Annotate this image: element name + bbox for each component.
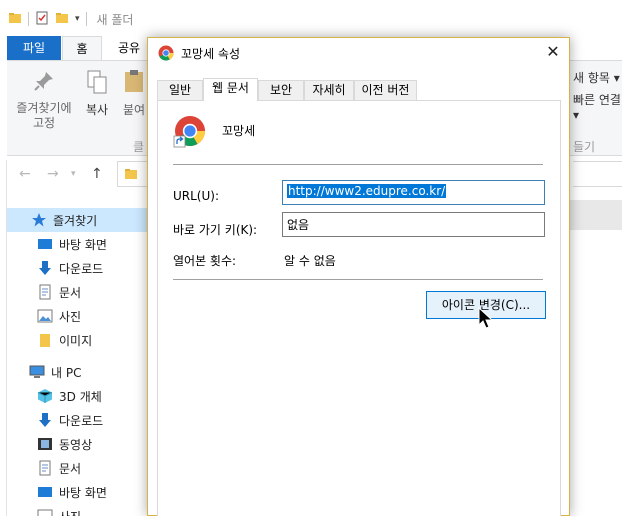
pin-to-quick-access-button[interactable]: 즐겨찾기에 고정	[11, 69, 77, 131]
folder-icon[interactable]	[8, 11, 22, 28]
nav-item-pc-desktop[interactable]: 바탕 화면	[7, 480, 148, 504]
nav-label: 동영상	[59, 437, 93, 452]
copy-label: 복사	[85, 103, 109, 117]
new-folder-icon[interactable]	[55, 11, 69, 28]
document-icon	[37, 460, 53, 476]
close-button[interactable]: ✕	[537, 38, 569, 68]
nav-label: 이미지	[59, 333, 93, 348]
nav-label: 문서	[59, 461, 82, 476]
url-input[interactable]: http://www2.edupre.co.kr/	[282, 180, 545, 205]
pin-label-2: 고정	[32, 116, 56, 130]
nav-item-pc-downloads[interactable]: 다운로드	[7, 408, 148, 432]
tab-web-document[interactable]: 웹 문서	[203, 78, 258, 101]
web-document-panel: 꼬망세 URL(U): http://www2.edupre.co.kr/ 바로…	[157, 100, 561, 516]
nav-item-pictures[interactable]: 사진	[7, 304, 148, 328]
folder-icon	[124, 167, 138, 184]
pictures-icon	[37, 308, 53, 324]
navigation-pane: 즐겨찾기 바탕 화면 다운로드 문서 사진 이미지 내 PC 3D 개체 다운로…	[7, 206, 148, 516]
url-label: URL(U):	[173, 189, 219, 203]
dialog-tab-bar: 일반 웹 문서 보안 자세히 이전 버전	[157, 78, 561, 101]
film-icon	[37, 436, 53, 452]
back-arrow-icon[interactable]: ←	[19, 166, 31, 182]
pictures-icon	[37, 508, 53, 516]
new-group-label: 들기	[573, 140, 596, 154]
tab-previous-versions[interactable]: 이전 버전	[354, 80, 417, 100]
copy-button[interactable]: 복사	[81, 69, 113, 118]
nav-item-images[interactable]: 이미지	[7, 328, 148, 352]
tab-general[interactable]: 일반	[157, 80, 203, 100]
forward-arrow-icon[interactable]: →	[47, 166, 59, 182]
desktop-icon	[37, 236, 53, 252]
shortcut-key-label: 바로 가기 키(K):	[173, 223, 258, 237]
tab-share[interactable]: 공유	[112, 36, 146, 60]
nav-item-this-pc[interactable]: 내 PC	[7, 360, 148, 384]
item-name: 꼬망세	[222, 124, 256, 138]
nav-item-3d-objects[interactable]: 3D 개체	[7, 384, 148, 408]
nav-item-pc-pictures[interactable]: 사진	[7, 504, 148, 516]
properties-check-icon[interactable]	[35, 11, 49, 28]
tab-security[interactable]: 보안	[258, 80, 304, 100]
shortcut-key-value: 없음	[287, 218, 310, 232]
easy-access-button[interactable]: 빠른 연결 ▾	[573, 91, 622, 122]
window-title: 새 폴더	[96, 12, 134, 27]
clipboard-group-label: 클	[133, 140, 145, 154]
url-value: http://www2.edupre.co.kr/	[287, 184, 447, 198]
nav-label: 다운로드	[59, 413, 104, 428]
dialog-title: 꼬망세 속성	[181, 47, 241, 61]
mouse-pointer-icon	[478, 306, 494, 334]
divider	[173, 164, 543, 165]
nav-label: 사진	[59, 508, 81, 516]
chrome-shortcut-icon	[173, 114, 207, 151]
file-list-header	[566, 200, 622, 230]
nav-item-videos[interactable]: 동영상	[7, 432, 148, 456]
tab-details[interactable]: 자세히	[304, 80, 354, 100]
dialog-title-bar[interactable]: 꼬망세 속성 ✕	[148, 38, 569, 68]
nav-label: 다운로드	[59, 261, 104, 276]
properties-dialog: 꼬망세 속성 ✕ 일반 웹 문서 보안 자세히 이전 버전 꼬망세 URL(U)…	[147, 37, 570, 516]
customize-toolbar-chevron-icon[interactable]: ▾	[75, 14, 80, 24]
visit-count-label: 열어본 횟수:	[173, 254, 237, 268]
nav-label: 사진	[59, 309, 82, 324]
download-arrow-icon	[37, 412, 53, 428]
nav-label: 즐겨찾기	[53, 213, 98, 228]
nav-item-downloads[interactable]: 다운로드	[7, 256, 148, 280]
nav-item-documents[interactable]: 문서	[7, 280, 148, 304]
computer-icon	[29, 364, 45, 380]
copy-icon	[81, 69, 113, 99]
chrome-icon	[158, 45, 174, 64]
quick-access-toolbar: ▾ 새 폴더	[8, 6, 622, 32]
nav-item-pc-documents[interactable]: 문서	[7, 456, 148, 480]
up-arrow-icon[interactable]: ↑	[91, 166, 103, 182]
shortcut-key-input[interactable]: 없음	[282, 212, 545, 237]
close-icon: ✕	[546, 42, 560, 61]
toolbar-divider	[28, 12, 29, 26]
desktop-icon	[37, 484, 53, 500]
paste-icon	[119, 69, 149, 99]
download-arrow-icon	[37, 260, 53, 276]
pin-label: 즐겨찾기에	[16, 101, 72, 115]
nav-label: 문서	[59, 285, 82, 300]
document-icon	[37, 284, 53, 300]
toolbar-divider	[85, 12, 87, 26]
tab-home[interactable]: 홈	[62, 36, 102, 61]
nav-label: 3D 개체	[59, 389, 102, 404]
divider	[173, 279, 543, 280]
nav-item-quick-access[interactable]: 즐겨찾기	[7, 208, 148, 232]
paste-button[interactable]: 붙여	[119, 69, 149, 118]
star-icon	[31, 212, 47, 228]
visit-count-value: 알 수 없음	[284, 254, 336, 268]
folder-icon	[37, 332, 53, 348]
search-field[interactable]	[573, 161, 622, 187]
paste-label: 붙여	[122, 103, 146, 117]
recent-locations-chevron-icon[interactable]: ▾	[71, 169, 76, 179]
nav-label: 바탕 화면	[59, 237, 107, 252]
cube-icon	[37, 388, 53, 404]
nav-item-desktop[interactable]: 바탕 화면	[7, 232, 148, 256]
window-left-edge	[0, 160, 7, 516]
tab-file[interactable]: 파일	[7, 36, 61, 60]
new-item-button[interactable]: 새 항목 ▾	[573, 69, 620, 86]
pin-icon	[11, 69, 77, 97]
nav-label: 내 PC	[51, 365, 82, 380]
nav-label: 바탕 화면	[59, 485, 107, 500]
